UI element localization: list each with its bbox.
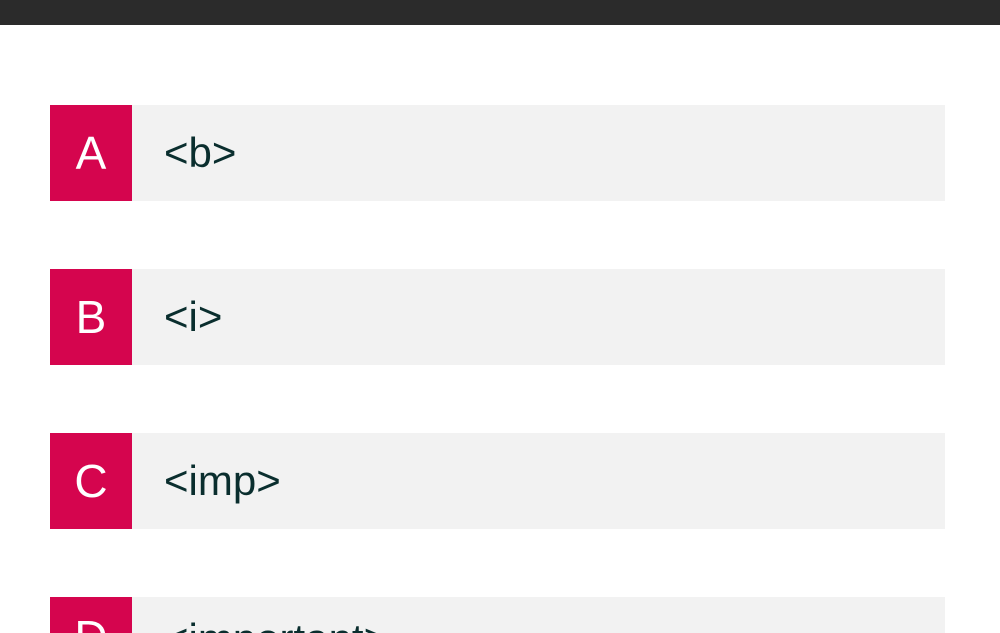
top-bar — [0, 0, 1000, 25]
option-letter-a: A — [50, 105, 132, 201]
option-d[interactable]: D <important> — [50, 597, 945, 633]
option-letter-b: B — [50, 269, 132, 365]
option-c[interactable]: C <imp> — [50, 433, 945, 529]
option-letter-d: D — [50, 597, 132, 633]
option-text-a: <b> — [132, 105, 945, 201]
option-a[interactable]: A <b> — [50, 105, 945, 201]
option-b[interactable]: B <i> — [50, 269, 945, 365]
quiz-options: A <b> B <i> C <imp> D <important> — [0, 25, 1000, 633]
option-text-d: <important> — [132, 597, 945, 633]
option-text-c: <imp> — [132, 433, 945, 529]
option-letter-c: C — [50, 433, 132, 529]
option-text-b: <i> — [132, 269, 945, 365]
